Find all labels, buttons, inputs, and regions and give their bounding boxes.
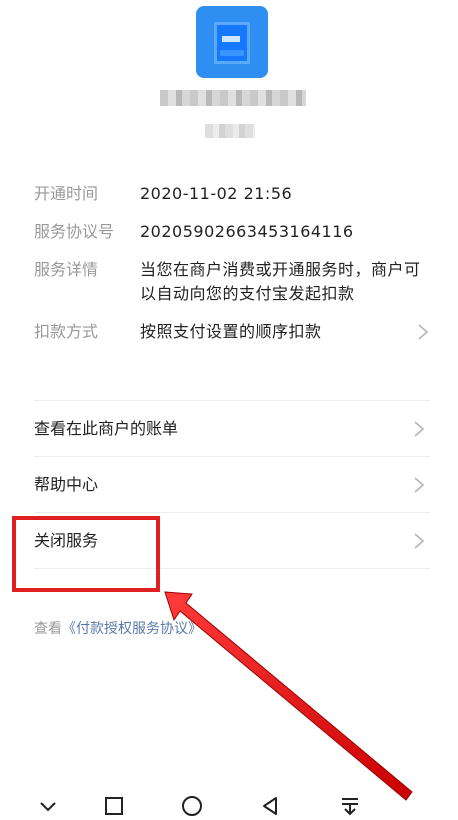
info-row-agreement-number: 服务协议号 20205902663453164116 <box>34 220 434 244</box>
circle-icon[interactable] <box>180 794 204 818</box>
chevron-down-icon[interactable] <box>36 794 60 818</box>
app-icon-inner <box>214 22 250 64</box>
menu-item-help-center[interactable]: 帮助中心 <box>34 457 430 513</box>
info-value: 当您在商户消费或开通服务时，商户可以自动向您的支付宝发起扣款 <box>140 260 421 303</box>
merchant-app-icon <box>196 6 268 78</box>
agreement-line: 查看《付款授权服务协议》 <box>34 618 202 638</box>
info-value: 2020-11-02 21:56 <box>140 184 293 203</box>
app-icon-bar <box>222 36 240 42</box>
info-label: 开通时间 <box>34 184 99 203</box>
chevron-right-icon <box>416 324 430 340</box>
info-value: 20205902663453164116 <box>140 222 354 241</box>
info-row-service-detail: 服务详情 当您在商户消费或开通服务时，商户可以自动向您的支付宝发起扣款 <box>34 258 434 306</box>
highlight-box <box>12 516 160 592</box>
agreement-prefix: 查看 <box>34 621 62 637</box>
merchant-header <box>0 0 458 160</box>
menu-item-label: 帮助中心 <box>34 475 99 494</box>
service-info: 开通时间 2020-11-02 21:56 服务协议号 202059026634… <box>34 182 434 344</box>
system-nav-bar <box>0 780 458 820</box>
download-drawer-icon[interactable] <box>338 794 362 818</box>
blurred-merchant-name <box>160 90 306 106</box>
chevron-right-icon <box>412 533 426 549</box>
app-icon-bar <box>220 50 244 56</box>
menu-item-label: 查看在此商户的账单 <box>34 419 179 438</box>
info-value: 按照支付设置的顺序扣款 <box>140 322 322 341</box>
agreement-link[interactable]: 《付款授权服务协议》 <box>62 621 202 637</box>
info-label: 服务协议号 <box>34 222 115 241</box>
chevron-right-icon <box>412 477 426 493</box>
info-label: 扣款方式 <box>34 322 99 341</box>
info-row-deduction-method[interactable]: 扣款方式 按照支付设置的顺序扣款 <box>34 320 434 344</box>
info-row-open-time: 开通时间 2020-11-02 21:56 <box>34 182 434 206</box>
chevron-right-icon <box>412 421 426 437</box>
triangle-back-icon[interactable] <box>258 794 282 818</box>
info-label: 服务详情 <box>34 260 99 279</box>
blurred-merchant-subtitle <box>205 124 255 138</box>
menu-item-view-bills[interactable]: 查看在此商户的账单 <box>34 401 430 457</box>
square-icon[interactable] <box>102 794 126 818</box>
